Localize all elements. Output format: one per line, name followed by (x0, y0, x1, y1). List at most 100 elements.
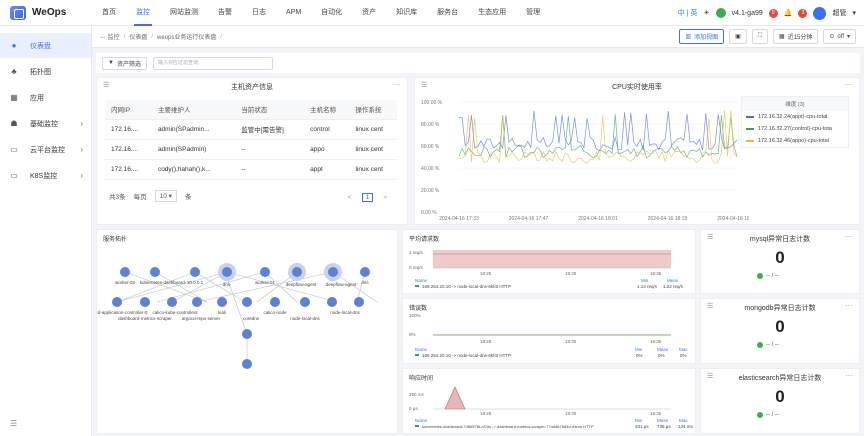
nav-site-monitor[interactable]: 网站监测 (160, 0, 208, 26)
bell-icon[interactable]: 🔔 (784, 9, 793, 17)
app-logo[interactable]: WeOps (0, 5, 92, 20)
more-icon[interactable]: ··· (393, 80, 401, 89)
time-range-select[interactable]: ▦ 近15分钟 (773, 29, 819, 44)
prev-page-button[interactable]: < (348, 194, 352, 201)
add-view-button[interactable]: ▥ 添加视图 (679, 29, 725, 44)
collapse-icon[interactable]: ☰ (10, 419, 17, 428)
save-button[interactable]: ▣ (729, 29, 747, 44)
avatar[interactable] (813, 6, 827, 20)
nav-alert[interactable]: 告警 (208, 0, 242, 26)
nav-monitor[interactable]: 监控 (126, 0, 160, 26)
column-header[interactable]: 操作系统 (349, 100, 397, 120)
nav-knowledge[interactable]: 知识库 (386, 0, 427, 26)
topology-node-label: dns (361, 280, 369, 285)
topology-graph[interactable]: worker-02 kubernetes-dashboard- 10.0.0.1… (97, 244, 397, 434)
cpu-legend: 维度 (3) 172.16.32.24(appt)-cpu-total 172.… (741, 96, 849, 148)
table-row[interactable]: 172.16.... cody(),hahah(),k... -- appt l… (105, 159, 397, 180)
svg-text:331 μs: 331 μs (635, 424, 649, 429)
elasticsearch-error-log-panel: ☰ elasticsearch异常日志计数 ··· 0 -- / -- (700, 368, 860, 434)
table-row[interactable]: 172.16.... admin(SPadmin... 监管中[需告警] con… (105, 119, 397, 140)
sidebar-item-app[interactable]: ▦ 应用 (0, 85, 91, 110)
x-tick-label: 2024-04-16 17:47 (509, 216, 549, 222)
error-count-chart: 100% 0% 18:25 18:30 18:35 Name Min Mean … (409, 313, 688, 358)
asset-filter-button[interactable]: ▼ 资产筛选 (102, 56, 147, 70)
sidebar-item-dashboard[interactable]: ● 仪表盘 (0, 33, 91, 58)
more-icon[interactable]: ··· (845, 232, 853, 241)
page-size-select[interactable]: 10 ▾ (154, 190, 177, 202)
column-header[interactable]: 内网IP (105, 100, 152, 120)
x-tick-label: 2024-04-16 18:15 (648, 216, 688, 222)
stat-value: 0 (775, 248, 785, 267)
column-header[interactable]: 主机名称 (304, 100, 350, 120)
trend-up-icon (757, 273, 763, 279)
page-number[interactable]: 1 (361, 193, 374, 202)
sidebar-item-cloud-monitor[interactable]: ▭ 云平台监控 › (0, 137, 91, 162)
svg-text:18:25: 18:25 (480, 339, 492, 344)
more-icon[interactable]: ··· (845, 301, 853, 310)
svg-text:18:30: 18:30 (565, 411, 577, 416)
x-tick-label: 2024-04-16 18:01 (578, 216, 618, 222)
fullscreen-icon: ⛶ (757, 33, 763, 39)
topology-node-label: argocd-application-controller-0 (97, 310, 148, 315)
sidebar-item-topology[interactable]: ♣ 拓扑图 (0, 59, 91, 84)
next-page-button[interactable]: > (383, 194, 387, 201)
nav-log[interactable]: 日志 (242, 0, 276, 26)
error-count-panel: 错误数 100% 0% 18:25 18:30 18:35 Name Min M… (402, 298, 696, 364)
breadcrumb-item[interactable]: 监控 (108, 32, 120, 41)
y-tick-label: 80.00 % (421, 122, 440, 128)
svg-text:18:35: 18:35 (650, 339, 662, 344)
avg-request-chart: 1 req/s 0 req/s 18:25 18:30 18:35 Name M… (409, 250, 684, 289)
nav-service-desk[interactable]: 服务台 (427, 0, 468, 26)
dashboard-icon: ● (11, 41, 17, 50)
svg-text:18:35: 18:35 (650, 411, 662, 416)
svg-text:0%: 0% (658, 353, 665, 358)
svg-text:Min: Min (635, 347, 643, 352)
version-label: v4.1-ga99 (731, 9, 763, 17)
version-icon[interactable] (715, 8, 726, 18)
breadcrumb-item[interactable]: 仪表盘 (129, 32, 147, 41)
more-icon[interactable]: ··· (845, 371, 853, 380)
sidebar-item-label: 应用 (30, 94, 44, 102)
legend-item[interactable]: 172.16.32.27(control)-cpu-tota (742, 123, 848, 135)
filter-input[interactable]: 输入对应过滤查询 (152, 56, 273, 70)
svg-text:0%: 0% (409, 332, 416, 337)
refresh-select[interactable]: ⊙ off ▾ (823, 29, 856, 44)
user-name[interactable]: 超管 (832, 8, 846, 18)
table-row[interactable]: 172.16.... admin(SPadmin) -- appo linux … (105, 139, 397, 160)
topology-node-label: worker-01 (255, 280, 276, 285)
y-tick-label: 40.00 % (421, 166, 440, 172)
nav-apm[interactable]: APM (276, 0, 311, 26)
x-tick-label: 2024-04-16 18:29 (717, 216, 749, 222)
svg-text:0 μs: 0 μs (409, 406, 418, 411)
svg-text:Max: Max (679, 418, 688, 423)
svg-text:169.254.20.10 -> node-local-dn: 169.254.20.10 -> node-local-dns-6kf4t HT… (422, 284, 511, 289)
pagination: < 1 > (348, 193, 387, 202)
nav-assets[interactable]: 资产 (352, 0, 386, 26)
legend-title: 维度 (3) (742, 97, 848, 111)
svg-text:18:35: 18:35 (650, 271, 662, 276)
back-arrow-icon[interactable]: ← (100, 34, 106, 40)
svg-text:Name: Name (415, 418, 428, 423)
legend-item[interactable]: 172.16.32.46(appo)-cpu-total (742, 135, 848, 147)
chevron-down-icon[interactable]: ▾ (852, 9, 856, 17)
column-header[interactable]: 主要维护人 (151, 100, 236, 120)
svg-text:Min: Min (635, 418, 643, 423)
nav-ecosystem[interactable]: 生态应用 (468, 0, 516, 26)
nav-home[interactable]: 首页 (92, 0, 126, 26)
topology-node-label: kubernetes-dashboard- (140, 280, 187, 285)
more-icon[interactable]: ··· (845, 80, 853, 89)
fullscreen-button[interactable]: ⛶ (751, 29, 769, 44)
column-header[interactable]: 当前状态 (235, 100, 305, 120)
nav-automation[interactable]: 自动化 (311, 0, 352, 26)
sun-icon[interactable]: ☀ (703, 9, 709, 17)
stat-trend: -- / -- (757, 412, 779, 418)
topology-node-label: coredns (243, 316, 260, 321)
legend-item[interactable]: 172.16.32.24(appt)-cpu-total (742, 111, 848, 123)
chevron-right-icon: › (80, 171, 83, 180)
topology-node-label: node-local-dns (290, 316, 320, 321)
svg-text:134 ms: 134 ms (678, 424, 694, 429)
nav-admin[interactable]: 管理 (516, 0, 550, 26)
sidebar-item-basic-monitor[interactable]: ☗ 基础监控 › (0, 111, 91, 136)
language-switch[interactable]: 中 | 英 (678, 8, 698, 18)
sidebar-item-k8s-monitor[interactable]: ▭ K8S监控 › (0, 163, 91, 188)
